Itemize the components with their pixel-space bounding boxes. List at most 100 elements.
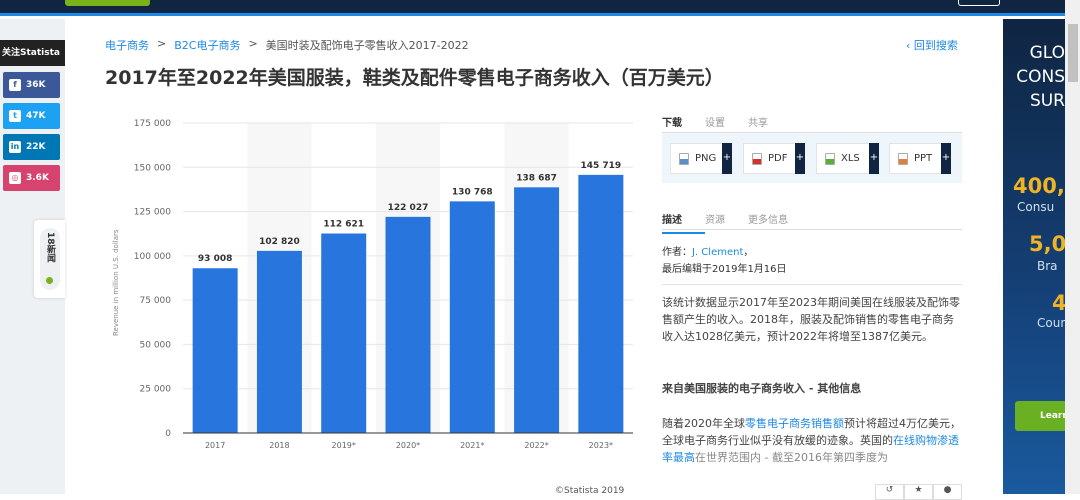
- info-tabs: 描述 资源 更多信息: [662, 211, 818, 234]
- social-instagram-button[interactable]: ◎ 3.6K: [3, 165, 60, 191]
- bar: [449, 201, 495, 433]
- survey-ad[interactable]: GLO CONS SUR 400,0 Consu 5,00 Bra 4 Coun L…: [1003, 19, 1065, 494]
- tab-sources[interactable]: 资源: [705, 211, 748, 234]
- follow-statista-label: 关注Statista: [0, 40, 65, 66]
- pdf-file-icon: [752, 152, 762, 165]
- description-text: 该统计数据显示2017年至2023年期间美国在线服装及配饰零售额产生的收入。20…: [662, 296, 960, 343]
- data-label: 102 820: [259, 237, 300, 247]
- social-linkedin-button[interactable]: in 22K: [3, 134, 60, 160]
- x-tick-label: 2017: [205, 441, 225, 450]
- data-label: 112 621: [323, 219, 364, 229]
- undo-icon[interactable]: ↺: [875, 484, 904, 500]
- author-label: 作者：: [662, 247, 692, 258]
- top-login-button[interactable]: [958, 0, 1000, 6]
- social-facebook-button[interactable]: f 36K: [3, 72, 60, 98]
- data-label: 138 687: [516, 173, 557, 183]
- download-options-button[interactable]: +: [722, 143, 732, 174]
- ecommerce-sales-link[interactable]: 零售电子商务销售额: [745, 417, 844, 430]
- download-options-button[interactable]: +: [795, 143, 805, 174]
- author-link[interactable]: J. Clement: [692, 247, 743, 258]
- social-twitter-button[interactable]: t 47K: [3, 103, 60, 129]
- learn-more-button[interactable]: Learn: [1015, 401, 1065, 431]
- breadcrumb-b2c[interactable]: B2C电子商务: [174, 37, 240, 53]
- download-panel: PNG + PDF + XLS + PPT +: [662, 133, 962, 183]
- bar: [385, 216, 431, 433]
- png-file-icon: [679, 152, 689, 165]
- last-edited: 最后编辑于2019年1月16日: [662, 264, 787, 275]
- y-tick-label: 50 000: [140, 340, 172, 350]
- ad-stat-label: Bra: [1037, 259, 1058, 273]
- bar: [321, 233, 367, 433]
- ad-line: GLO: [1029, 43, 1065, 63]
- y-tick-label: 175 000: [134, 119, 171, 129]
- top-navbar: [0, 0, 1065, 16]
- follower-count: 47K: [26, 111, 46, 121]
- y-tick-label: 25 000: [140, 385, 172, 395]
- statista-credit[interactable]: ©Statista 2019: [555, 486, 624, 496]
- divider: [662, 284, 962, 285]
- ppt-file-icon: [898, 152, 908, 165]
- ad-line: SUR: [1029, 91, 1065, 111]
- breadcrumb-current: 美国时装及配饰电子零售收入2017-2022: [265, 39, 469, 52]
- linkedin-icon: in: [9, 141, 21, 153]
- bar: [514, 187, 560, 433]
- follower-count: 22K: [26, 142, 46, 152]
- follower-count: 3.6K: [26, 173, 49, 183]
- tab-description[interactable]: 描述: [662, 211, 705, 234]
- ad-stat-label: Consu: [1017, 200, 1055, 214]
- breadcrumb-sep: >: [248, 37, 258, 50]
- author-suffix: ，: [743, 247, 754, 258]
- download-ppt-button[interactable]: PPT +: [889, 143, 951, 174]
- ad-stat: 400,0: [1013, 174, 1065, 198]
- breadcrumb-ecommerce[interactable]: 电子商务: [105, 37, 149, 53]
- x-tick-label: 2020*: [396, 441, 420, 450]
- bar: [256, 250, 302, 433]
- news-label: 18新闻: [45, 232, 55, 263]
- xls-file-icon: [825, 152, 835, 165]
- data-label: 122 027: [388, 203, 429, 213]
- page-title: 2017年至2022年美国服装，鞋类及配件零售电子商务收入（百万美元）: [105, 67, 724, 89]
- data-label: 130 768: [452, 187, 493, 197]
- x-tick-label: 2018: [269, 441, 289, 450]
- text: 在世界范围内 - 截至2016年第四季度为: [695, 451, 888, 464]
- download-options-button[interactable]: +: [869, 143, 879, 174]
- data-label: 93 008: [198, 254, 232, 264]
- download-xls-button[interactable]: XLS +: [816, 143, 879, 174]
- news-dot-icon: [46, 277, 53, 284]
- y-tick-label: 150 000: [134, 163, 171, 173]
- bar: [192, 268, 238, 433]
- breadcrumb: 电子商务 > B2C电子商务 > 美国时装及配饰电子零售收入2017-2022: [105, 37, 469, 53]
- scrollbar-thumb[interactable]: [1068, 24, 1078, 82]
- twitter-icon: t: [9, 110, 21, 122]
- back-to-search-link[interactable]: ‹ 回到搜索: [906, 37, 958, 53]
- data-label: 145 719: [580, 161, 621, 171]
- x-tick-label: 2022*: [524, 441, 548, 450]
- x-tick-label: 2019*: [332, 441, 356, 450]
- author-block: 作者：J. Clement， 最后编辑于2019年1月16日: [662, 244, 787, 278]
- bar-chart: 0 25 000 50 000 75 000 100 000 125 000 150 000…: [134, 119, 633, 450]
- bell-icon[interactable]: ●: [933, 484, 962, 500]
- download-label: PPT: [914, 153, 933, 164]
- download-label: PDF: [768, 153, 788, 164]
- instagram-icon: ◎: [9, 172, 21, 184]
- news-tab[interactable]: 18新闻: [34, 220, 65, 298]
- download-options-button[interactable]: +: [941, 143, 951, 174]
- y-axis-label: Revenue in million U.S. dollars: [112, 229, 120, 336]
- top-green-button[interactable]: [65, 0, 150, 6]
- download-png-button[interactable]: PNG +: [670, 143, 732, 174]
- tab-more-info[interactable]: 更多信息: [748, 211, 818, 234]
- text: 随着2020年全球: [662, 417, 745, 430]
- download-label: XLS: [841, 153, 860, 164]
- y-tick-label: 125 000: [134, 208, 171, 218]
- bar: [578, 174, 624, 433]
- x-tick-label: 2023*: [589, 441, 613, 450]
- ad-stat: 5,00: [1029, 232, 1065, 256]
- scrollbar[interactable]: [1065, 0, 1080, 494]
- divider: [662, 229, 962, 230]
- star-icon[interactable]: ★: [904, 484, 933, 500]
- action-icons: ↺ ★ ●: [875, 484, 962, 500]
- download-label: PNG: [695, 153, 717, 164]
- ad-stat: 4: [1052, 291, 1065, 315]
- download-pdf-button[interactable]: PDF +: [743, 143, 805, 174]
- y-tick-label: 75 000: [140, 296, 172, 306]
